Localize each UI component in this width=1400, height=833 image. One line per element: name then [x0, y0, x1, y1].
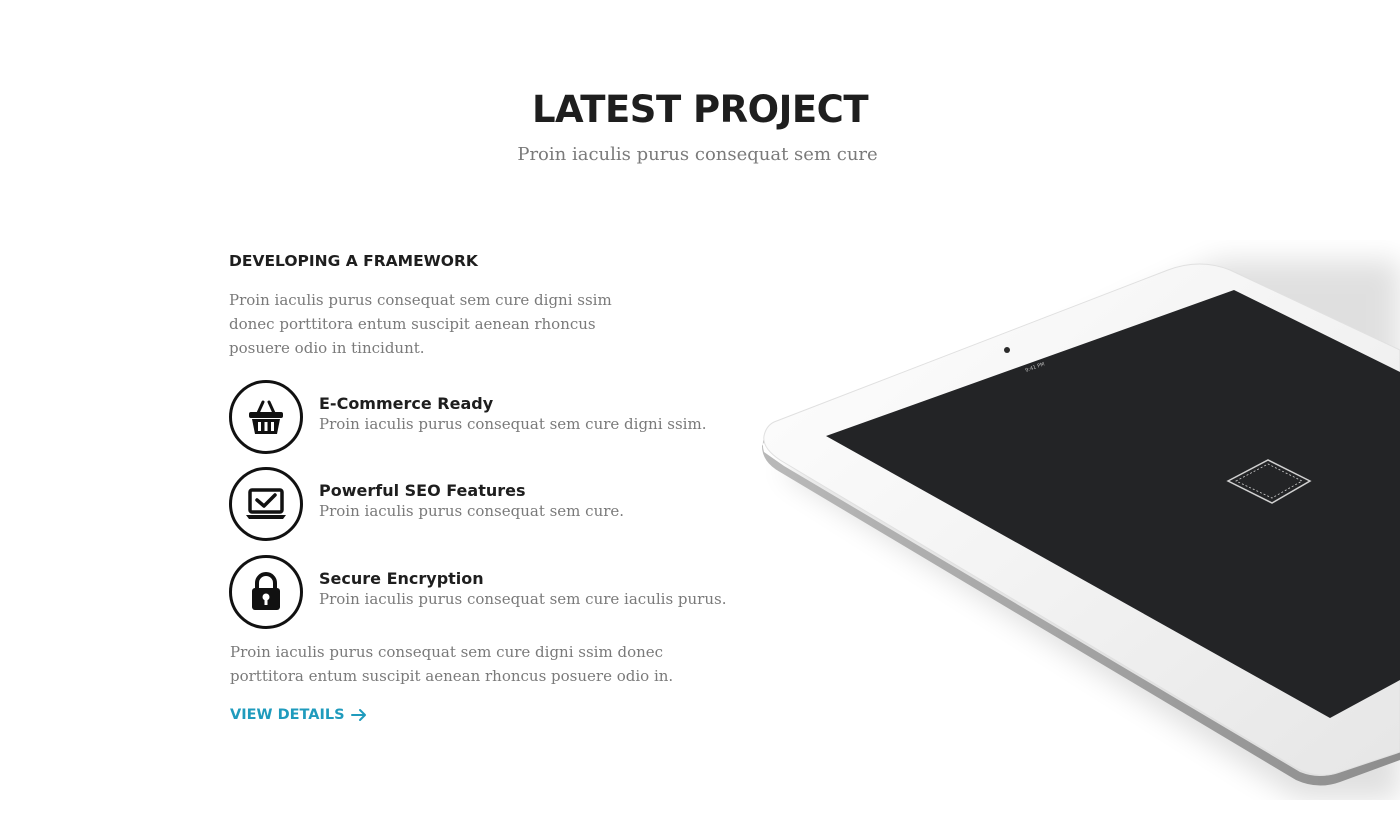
- content-heading: DEVELOPING A FRAMEWORK: [229, 252, 478, 270]
- feature-ecommerce: E-Commerce Ready Proin iaculis purus con…: [229, 380, 749, 454]
- feature-title: E-Commerce Ready: [319, 394, 494, 413]
- shopping-basket-icon: [229, 380, 303, 454]
- feature-title: Secure Encryption: [319, 569, 484, 588]
- outro-text: Proin iaculis purus consequat sem cure d…: [230, 643, 674, 685]
- feature-description: Proin iaculis purus consequat sem cure d…: [319, 415, 707, 433]
- laptop-check-icon: [229, 467, 303, 541]
- feature-description: Proin iaculis purus consequat sem cure.: [319, 502, 625, 520]
- tablet-mockup: 9:41 PM: [740, 240, 1400, 800]
- view-details-link[interactable]: VIEW DETAILS: [230, 707, 367, 723]
- view-details-label: VIEW DETAILS: [230, 707, 345, 723]
- arrow-right-icon: [350, 709, 366, 721]
- feature-encryption: Secure Encryption Proin iaculis purus co…: [229, 555, 749, 629]
- section-subtitle: Proin iaculis purus consequat sem cure: [517, 144, 878, 165]
- feature-description: Proin iaculis purus consequat sem cure i…: [319, 590, 727, 608]
- feature-title: Powerful SEO Features: [319, 481, 526, 500]
- feature-seo: Powerful SEO Features Proin iaculis puru…: [229, 467, 749, 541]
- section-title: LATEST PROJECT: [531, 88, 869, 131]
- padlock-icon: [229, 555, 303, 629]
- intro-text: Proin iaculis purus consequat sem cure d…: [229, 291, 612, 357]
